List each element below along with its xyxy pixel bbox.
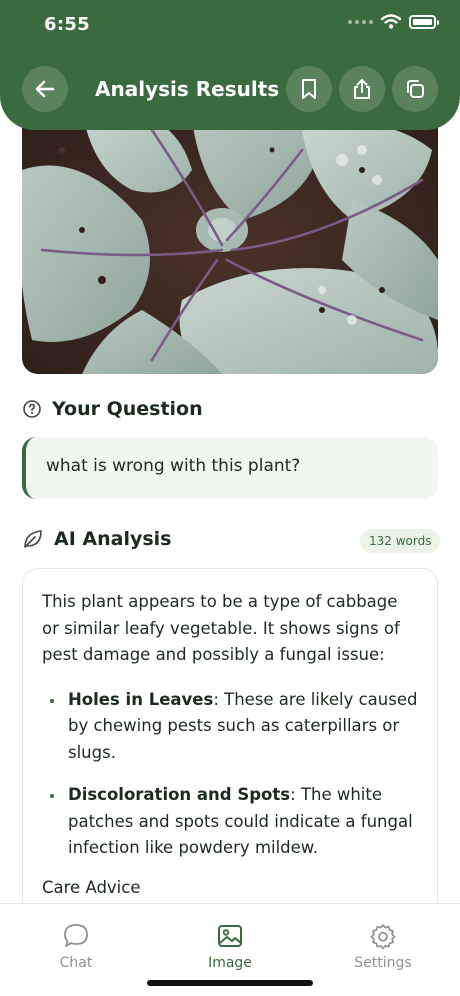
wifi-icon — [381, 14, 401, 29]
copy-icon — [407, 80, 424, 98]
bullet-dot — [50, 698, 54, 703]
leaf-icon — [24, 530, 42, 548]
share-icon — [354, 79, 370, 99]
arrow-left-icon — [35, 80, 55, 98]
signal-icon — [348, 19, 373, 24]
analysis-section-header: AI Analysis — [22, 528, 171, 550]
bookmark-icon — [302, 79, 316, 99]
list-item-title: Holes in Leaves — [68, 689, 214, 709]
page-title: Analysis Results — [95, 77, 280, 101]
question-heading: Your Question — [52, 398, 203, 420]
app-header: 6:55 Analysis Results — [0, 0, 460, 130]
tab-image[interactable]: Image — [185, 922, 275, 971]
tab-settings-label: Settings — [354, 955, 412, 971]
list-item: Holes in Leaves: These are likely caused… — [42, 687, 419, 767]
analysis-list: Holes in Leaves: These are likely caused… — [42, 687, 419, 862]
question-section-header: Your Question — [22, 398, 203, 420]
tab-chat[interactable]: Chat — [31, 922, 121, 971]
analysis-intro: This plant appears to be a type of cabba… — [42, 592, 400, 664]
question-text-box: what is wrong with this plant? — [22, 437, 438, 499]
back-button[interactable] — [22, 66, 68, 112]
image-icon — [218, 925, 242, 947]
home-indicator — [147, 980, 313, 986]
bookmark-button[interactable] — [286, 66, 332, 112]
question-text: what is wrong with this plant? — [46, 456, 301, 476]
gear-icon — [370, 924, 396, 950]
status-time: 6:55 — [44, 14, 90, 35]
list-item: Discoloration and Spots: The white patch… — [42, 782, 419, 862]
analysis-card: This plant appears to be a type of cabba… — [22, 568, 438, 928]
share-button[interactable] — [339, 66, 385, 112]
tab-settings[interactable]: Settings — [338, 922, 428, 971]
battery-icon — [409, 14, 439, 29]
bullet-dot — [50, 794, 54, 798]
tab-image-label: Image — [208, 955, 252, 971]
word-count-badge: 132 words — [360, 529, 441, 553]
care-advice-heading: Care Advice — [42, 877, 141, 897]
tab-chat-label: Chat — [59, 955, 93, 971]
plant-photo[interactable] — [22, 110, 438, 374]
chat-bubble-icon — [64, 924, 88, 947]
list-item-title: Discoloration and Spots — [68, 785, 291, 804]
help-circle-icon — [23, 400, 41, 418]
analysis-heading: AI Analysis — [54, 528, 172, 550]
plant-image — [22, 110, 438, 374]
copy-button[interactable] — [392, 66, 438, 112]
status-icons — [348, 14, 439, 29]
